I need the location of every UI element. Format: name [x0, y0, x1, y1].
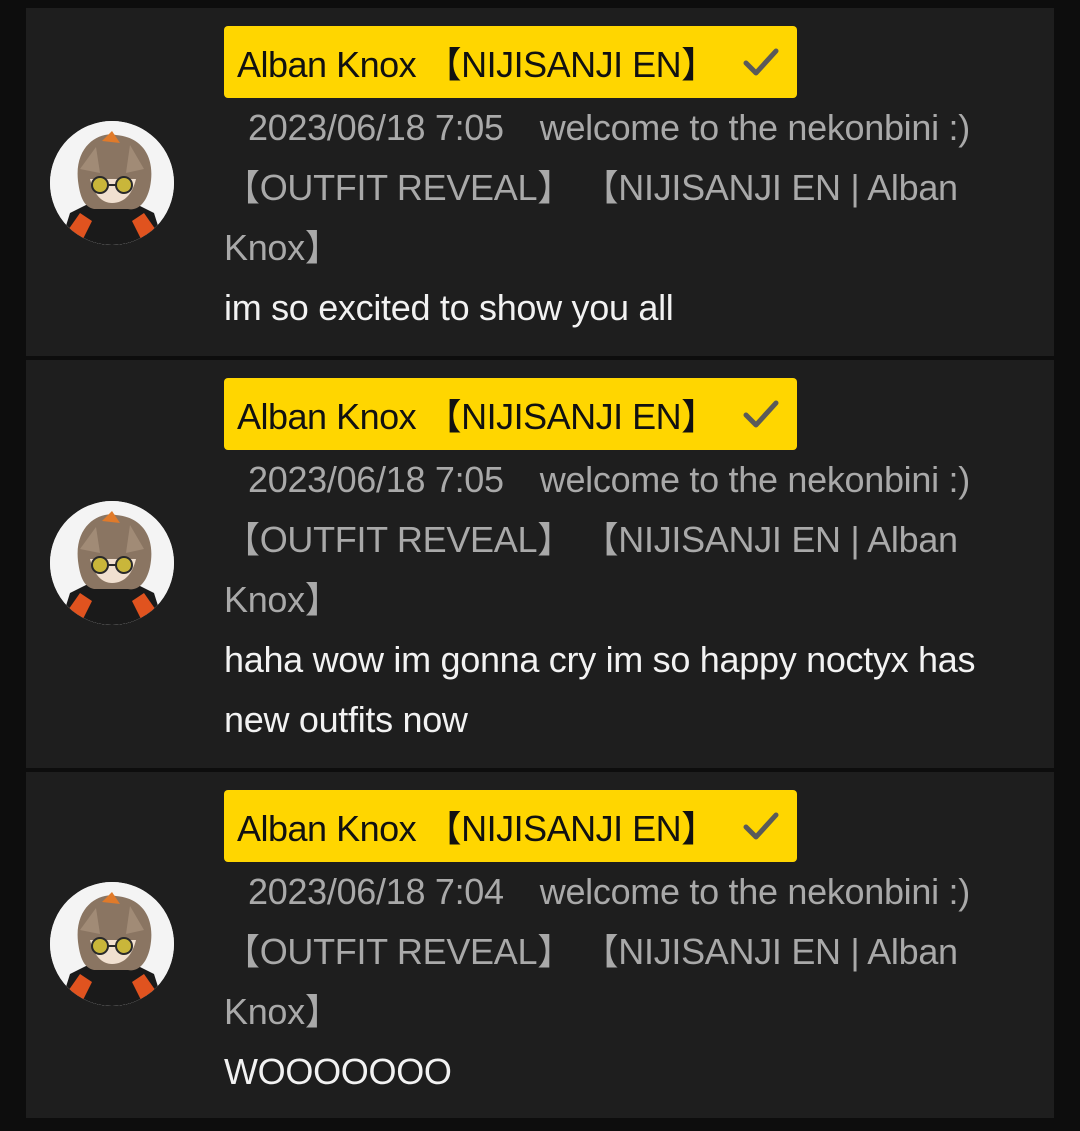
- comment-card[interactable]: Alban Knox 【NIJISANJI EN】 2023/06/18 7:0…: [26, 8, 1054, 356]
- comment-card[interactable]: Alban Knox 【NIJISANJI EN】 2023/06/18 7:0…: [26, 360, 1054, 768]
- author-badge[interactable]: Alban Knox 【NIJISANJI EN】: [224, 790, 797, 862]
- comment-content: Alban Knox 【NIJISANJI EN】 2023/06/18 7:0…: [224, 378, 1014, 750]
- author-badge[interactable]: Alban Knox 【NIJISANJI EN】: [224, 26, 797, 98]
- checkmark-icon: [743, 48, 779, 76]
- comment-feed: Alban Knox 【NIJISANJI EN】 2023/06/18 7:0…: [0, 0, 1080, 1131]
- comment-content: Alban Knox 【NIJISANJI EN】 2023/06/18 7:0…: [224, 790, 1014, 1102]
- comment-message: WOOOOOOO: [224, 1051, 452, 1092]
- avatar-image: [50, 882, 174, 1006]
- timestamp: 2023/06/18 7:04: [248, 871, 504, 912]
- comment-card[interactable]: Alban Knox 【NIJISANJI EN】 2023/06/18 7:0…: [26, 772, 1054, 1118]
- comment-message: haha wow im gonna cry im so happy noctyx…: [224, 639, 976, 740]
- timestamp: 2023/06/18 7:05: [248, 107, 504, 148]
- author-badge[interactable]: Alban Knox 【NIJISANJI EN】: [224, 378, 797, 450]
- timestamp: 2023/06/18 7:05: [248, 459, 504, 500]
- author-name[interactable]: Alban Knox 【NIJISANJI EN】: [237, 388, 717, 440]
- comment-message: im so excited to show you all: [224, 287, 674, 328]
- checkmark-icon: [743, 812, 779, 840]
- avatar[interactable]: [50, 121, 174, 245]
- avatar-image: [50, 121, 174, 245]
- comment-meta: 2023/06/18 7:04 welcome to the nekonbini …: [224, 862, 1014, 1042]
- comment-meta: 2023/06/18 7:05 welcome to the nekonbini …: [224, 98, 1014, 278]
- avatar[interactable]: [50, 501, 174, 625]
- comment-content: Alban Knox 【NIJISANJI EN】 2023/06/18 7:0…: [224, 26, 1014, 338]
- author-name[interactable]: Alban Knox 【NIJISANJI EN】: [237, 800, 717, 852]
- avatar[interactable]: [50, 882, 174, 1006]
- avatar-image: [50, 501, 174, 625]
- checkmark-icon: [743, 400, 779, 428]
- comment-meta: 2023/06/18 7:05 welcome to the nekonbini …: [224, 450, 1014, 630]
- author-name[interactable]: Alban Knox 【NIJISANJI EN】: [237, 36, 717, 88]
